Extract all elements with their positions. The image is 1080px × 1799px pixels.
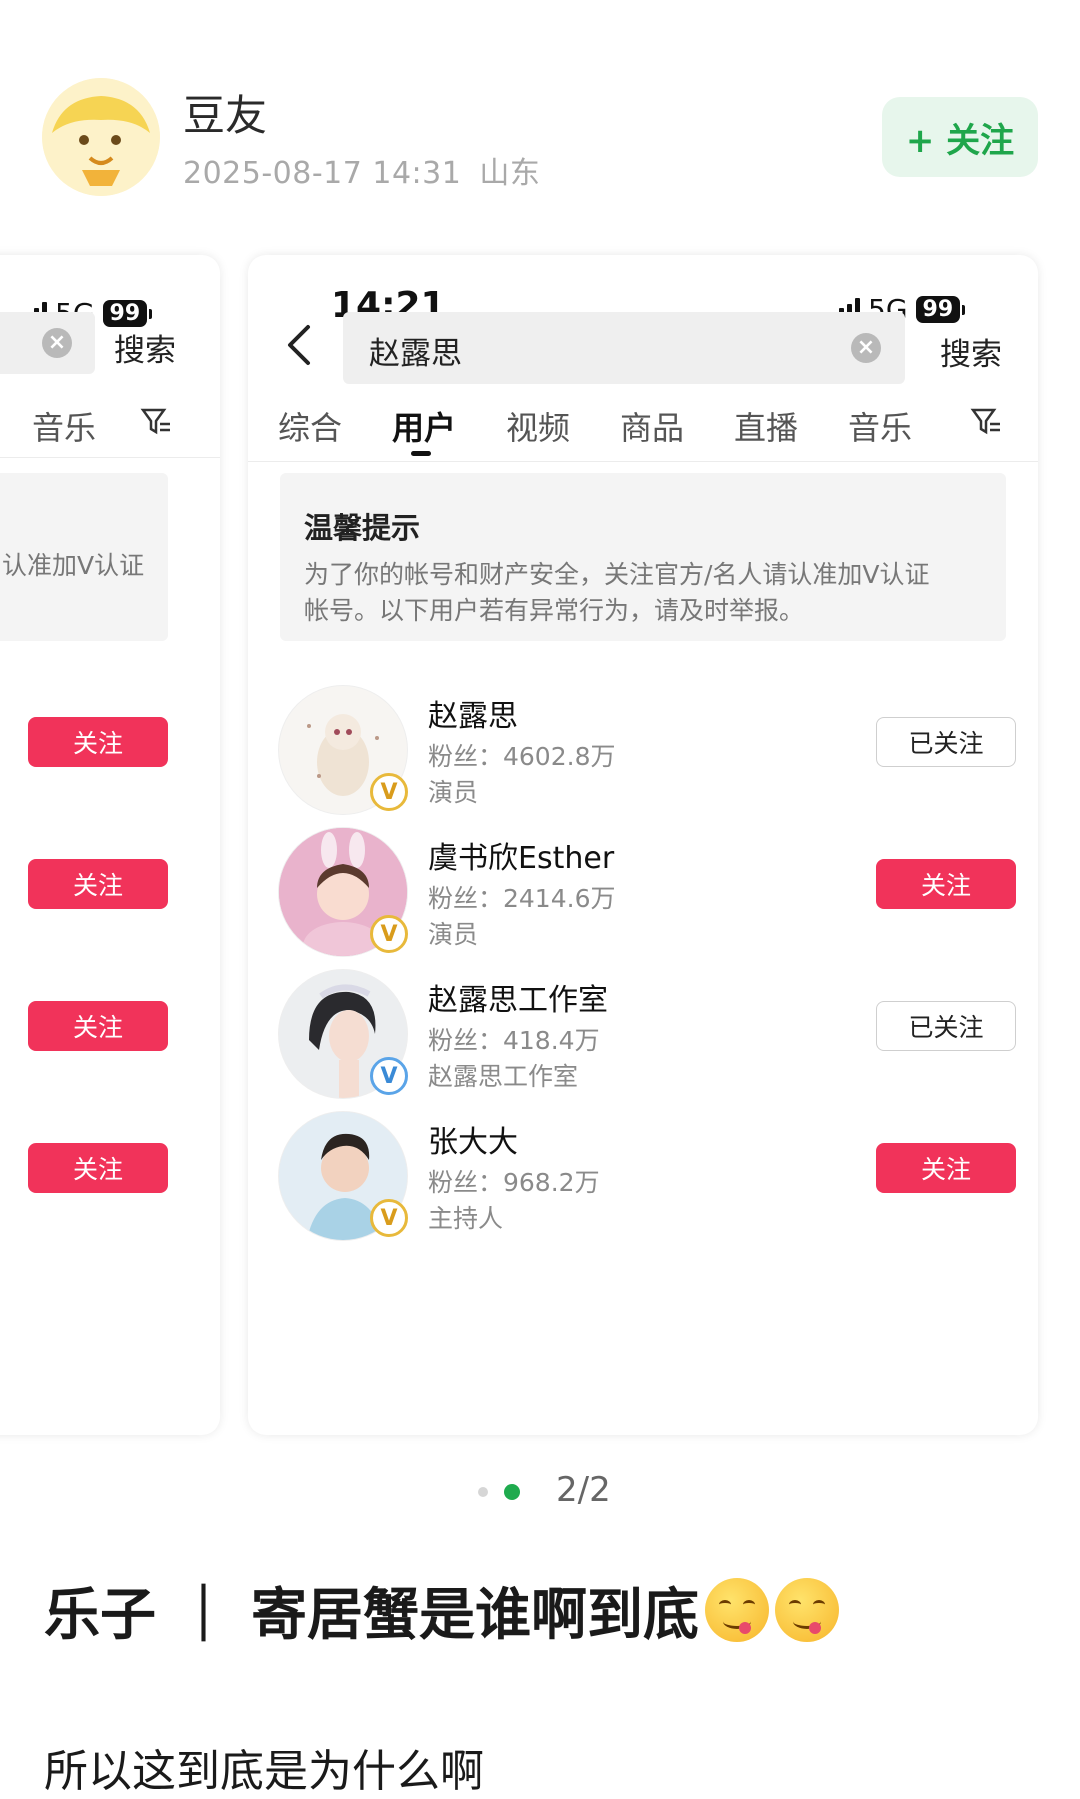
verified-v-icon: V [370, 1057, 408, 1095]
verified-v-icon: V [370, 915, 408, 953]
tip-fragment: 认准加V认证 [2, 551, 145, 580]
tab-videos[interactable]: 视频 [506, 403, 570, 449]
tip-title: 温馨提示 [304, 511, 421, 545]
followed-button[interactable]: 已关注 [876, 1001, 1016, 1051]
pager-dot[interactable] [478, 1487, 488, 1497]
verified-v-icon: V [370, 1199, 408, 1237]
post-title: 乐子 ｜ 寄居蟹是谁啊到底 [44, 1570, 839, 1651]
user-row[interactable]: V 赵露思工作室 粉丝：418.4万 赵露思工作室 已关注 [278, 969, 1018, 1105]
user-name[interactable]: 赵露思工作室 [428, 975, 608, 1019]
follow-button[interactable]: 关注 [876, 1143, 1016, 1193]
search-button[interactable]: 搜索 [940, 329, 1002, 374]
back-arrow-icon[interactable] [286, 323, 312, 371]
smiling-emoji-icon [775, 1578, 839, 1642]
tab-comprehensive[interactable]: 综合 [278, 403, 342, 449]
filter-icon[interactable] [970, 405, 1002, 441]
user-name[interactable]: 虞书欣Esther [428, 833, 614, 877]
pager-counter: 2/2 [556, 1470, 611, 1510]
user-row[interactable]: V 虞书欣Esther 粉丝：2414.6万 演员 关注 [278, 827, 1018, 963]
user-fans: 粉丝：968.2万 [428, 1168, 600, 1197]
follow-button[interactable]: 关注 [28, 1143, 168, 1193]
user-role: 演员 [428, 920, 479, 949]
clear-icon[interactable]: × [42, 328, 72, 358]
user-row[interactable]: V 赵露思 粉丝：4602.8万 演员 已关注 [278, 685, 1018, 821]
tab-music[interactable]: 音乐 [32, 403, 96, 449]
tip-line-2: 帐号。以下用户若有异常行为，请及时举报。 [304, 596, 805, 625]
warm-tip-box: 温馨提示 为了你的帐号和财产安全，关注官方/名人请认准加V认证 帐号。以下用户若… [280, 473, 1006, 641]
tip-box: 认准加V认证 [0, 473, 168, 641]
search-box[interactable]: × [0, 312, 95, 374]
user-name[interactable]: 赵露思 [428, 691, 518, 735]
smiling-emoji-icon [705, 1578, 769, 1642]
search-box[interactable]: 赵露思 × [343, 312, 905, 384]
user-fans: 粉丝：418.4万 [428, 1026, 600, 1055]
follow-button[interactable]: 关注 [28, 859, 168, 909]
author-avatar[interactable] [42, 78, 160, 196]
post-body: 所以这到底是为什么啊 [44, 1746, 484, 1797]
post-meta: 2025-08-17 14:31 山东 [183, 148, 540, 192]
verified-v-icon: V [370, 773, 408, 811]
follow-author-button[interactable]: + 关注 [882, 97, 1038, 177]
post-datetime: 2025-08-17 14:31 [183, 156, 462, 191]
post-title-text: 乐子 ｜ 寄居蟹是谁啊到底 [44, 1583, 699, 1648]
user-role: 赵露思工作室 [428, 1062, 579, 1091]
battery-label: 99 [102, 300, 148, 327]
search-button[interactable]: 搜索 [114, 325, 176, 370]
search-input[interactable]: 赵露思 [369, 328, 462, 373]
author-name[interactable]: 豆友 [183, 82, 267, 143]
user-role: 主持人 [428, 1204, 504, 1233]
clear-icon[interactable]: × [851, 333, 881, 363]
follow-button[interactable]: 关注 [876, 859, 1016, 909]
battery-label: 99 [915, 296, 961, 323]
user-role: 演员 [428, 778, 479, 807]
post-location: 山东 [479, 156, 541, 191]
follow-button[interactable]: 关注 [28, 717, 168, 767]
tab-music[interactable]: 音乐 [848, 403, 912, 449]
followed-button[interactable]: 已关注 [876, 717, 1016, 767]
user-name[interactable]: 张大大 [428, 1117, 518, 1161]
tab-products[interactable]: 商品 [620, 403, 684, 449]
tab-users[interactable]: 用户 [392, 403, 456, 449]
tab-live[interactable]: 直播 [734, 403, 798, 449]
user-row[interactable]: V 张大大 粉丝：968.2万 主持人 关注 [278, 1111, 1018, 1247]
pager-dot-active[interactable] [504, 1484, 520, 1500]
filter-icon[interactable] [140, 405, 172, 441]
active-tab-indicator [411, 451, 431, 456]
image-card-current[interactable]: 14:21 5G 99 赵露思 × 搜索 综合 用户 视频 商品 直播 音乐 温馨… [248, 255, 1038, 1435]
user-fans: 粉丝：2414.6万 [428, 884, 616, 913]
user-fans: 粉丝：4602.8万 [428, 742, 616, 771]
image-card-previous[interactable]: 5G99 × 搜索 音乐 认准加V认证 关注 关注 关注 关注 [0, 255, 220, 1435]
follow-button[interactable]: 关注 [28, 1001, 168, 1051]
tip-line-1: 为了你的帐号和财产安全，关注官方/名人请认准加V认证 [304, 560, 930, 589]
